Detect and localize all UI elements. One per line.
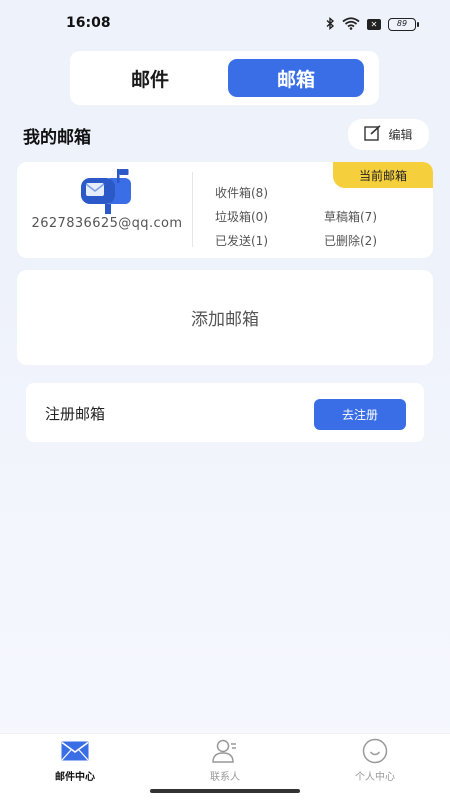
inbox-link[interactable]: 收件箱(8) <box>215 184 268 201</box>
home-indicator[interactable] <box>150 789 300 793</box>
bluetooth-icon <box>325 15 335 34</box>
nav-profile-label: 个人中心 <box>355 772 395 783</box>
section-title: 我的邮箱 <box>23 128 91 148</box>
mailbox-card[interactable]: 当前邮箱 2627836625@qq.com 收件箱(8) 垃圾箱(0) 草稿箱… <box>17 162 433 258</box>
drafts-link[interactable]: 草稿箱(7) <box>324 208 377 225</box>
nav-contacts-label: 联系人 <box>210 772 240 783</box>
contacts-icon <box>211 738 239 764</box>
no-sim-icon: ✕ <box>367 19 381 30</box>
nav-profile[interactable]: 个人中心 <box>335 738 415 783</box>
tab-mail[interactable]: 邮件 <box>82 59 218 97</box>
edit-button[interactable]: 编辑 <box>348 119 429 150</box>
edit-label: 编辑 <box>388 128 413 142</box>
add-mailbox-label: 添加邮箱 <box>191 310 259 330</box>
mail-mailbox-segment: 邮件 邮箱 <box>70 51 379 105</box>
mailbox-icon <box>79 168 135 218</box>
register-card: 注册邮箱 去注册 <box>26 383 424 442</box>
nav-mail-center-label: 邮件中心 <box>55 772 95 783</box>
current-mailbox-badge: 当前邮箱 <box>333 162 433 188</box>
deleted-link[interactable]: 已删除(2) <box>324 232 377 249</box>
card-divider <box>192 172 193 247</box>
status-icons: ✕ 89 <box>325 15 419 34</box>
envelope-icon <box>61 738 89 764</box>
status-time: 16:08 <box>66 15 111 31</box>
add-mailbox-button[interactable]: 添加邮箱 <box>17 270 433 365</box>
nav-mail-center[interactable]: 邮件中心 <box>35 738 115 783</box>
tab-mailbox[interactable]: 邮箱 <box>228 59 364 97</box>
status-bar: 16:08 ✕ 89 <box>0 0 450 46</box>
spam-link[interactable]: 垃圾箱(0) <box>215 208 268 225</box>
smiley-icon <box>361 738 389 764</box>
register-label: 注册邮箱 <box>45 405 106 423</box>
wifi-icon <box>342 15 360 34</box>
mailbox-address: 2627836625@qq.com <box>31 216 183 231</box>
bottom-nav: 邮件中心 联系人 个人中心 <box>0 733 450 785</box>
battery-icon: 89 <box>388 18 419 31</box>
edit-icon <box>364 125 382 144</box>
system-nav-bar <box>0 785 450 800</box>
register-button[interactable]: 去注册 <box>314 399 406 430</box>
sent-link[interactable]: 已发送(1) <box>215 232 268 249</box>
nav-contacts[interactable]: 联系人 <box>185 738 265 783</box>
